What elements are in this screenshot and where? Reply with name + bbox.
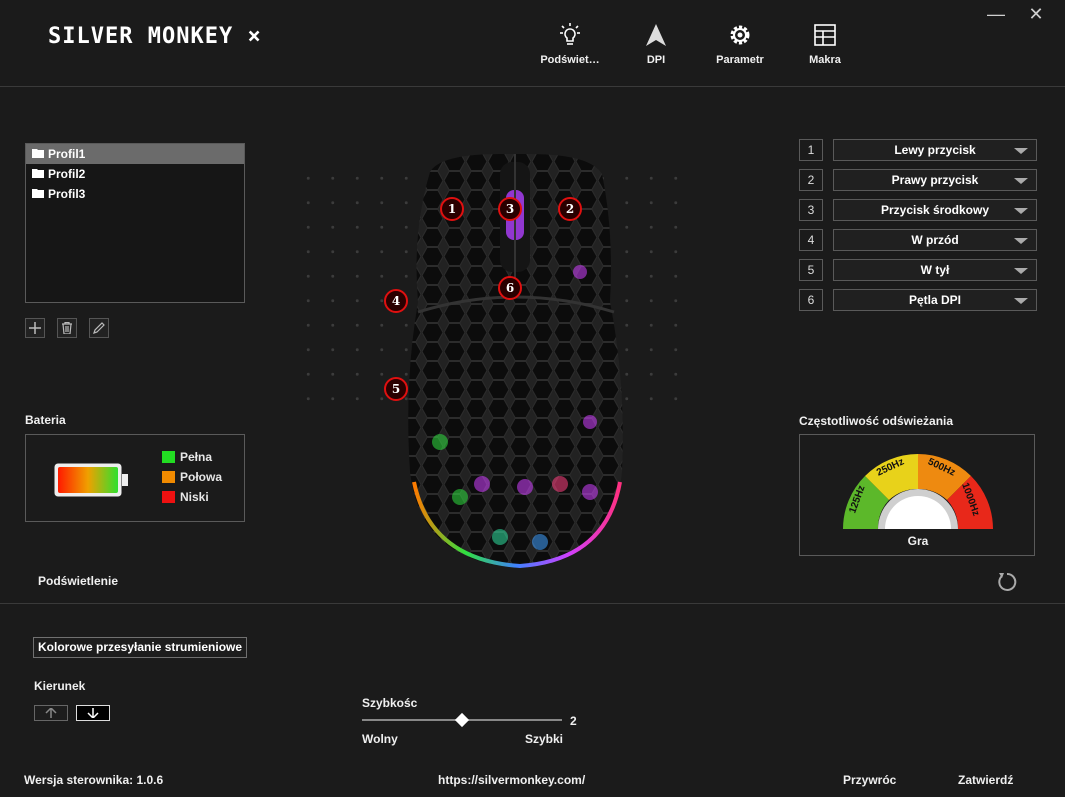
button-2-select[interactable]: Prawy przycisk: [833, 169, 1037, 191]
button-1-select[interactable]: Lewy przycisk: [833, 139, 1037, 161]
plus-icon: [29, 322, 41, 334]
nav-label: DPI: [646, 54, 666, 66]
chevron-down-icon: [1014, 238, 1028, 244]
add-profile-button[interactable]: [25, 318, 45, 338]
battery-title: Bateria: [25, 413, 66, 427]
button-number: 6: [799, 289, 823, 311]
arrow-up-icon: [45, 708, 57, 718]
button-4-select[interactable]: W przód: [833, 229, 1037, 251]
button-3-select[interactable]: Przycisk środkowy: [833, 199, 1037, 221]
profile-name: Profil2: [48, 167, 86, 181]
legend-label: Pełna: [180, 450, 213, 464]
reset-icon[interactable]: [996, 571, 1018, 596]
pencil-icon: [93, 322, 105, 334]
gear-icon: [700, 22, 780, 52]
legend-swatch: [162, 491, 175, 503]
select-value: Pętla DPI: [908, 293, 962, 307]
legend-full: Pełna: [162, 447, 222, 467]
app-logo: SILVER MONKEY ×: [48, 24, 262, 49]
mouse-marker-3[interactable]: 3: [498, 197, 522, 221]
arrow-down-icon: [87, 708, 99, 718]
select-value: W tył: [920, 263, 950, 277]
legend-half: Połowa: [162, 467, 222, 487]
logo-mark: ×: [247, 24, 262, 49]
nav-macros[interactable]: Makra: [785, 22, 865, 66]
button-number: 3: [799, 199, 823, 221]
restore-button[interactable]: Przywróc: [843, 773, 896, 787]
edit-profile-button[interactable]: [89, 318, 109, 338]
driver-version: Wersja sterownika: 1.0.6: [24, 773, 164, 787]
direction-label: Kierunek: [34, 679, 86, 693]
select-value: Przycisk środkowy: [880, 203, 990, 217]
select-value: W przód: [911, 233, 959, 247]
button-5-select[interactable]: W tył: [833, 259, 1037, 281]
bulb-icon: [530, 22, 610, 52]
trash-icon: [62, 322, 72, 334]
select-value: Lewy przycisk: [894, 143, 976, 157]
button-6-select[interactable]: Pętla DPI: [833, 289, 1037, 311]
nav-label: Makra: [809, 54, 841, 66]
header-divider: [0, 86, 1065, 87]
legend-label: Niski: [180, 490, 209, 504]
lighting-title: Podświetlenie: [38, 574, 119, 588]
button-number: 4: [799, 229, 823, 251]
battery-icon: [54, 463, 130, 500]
legend-label: Połowa: [180, 470, 223, 484]
folder-icon: [32, 144, 44, 164]
speed-value: 2: [570, 714, 577, 728]
mouse-marker-5[interactable]: 5: [384, 377, 408, 401]
nav-parameter[interactable]: Parametr: [700, 22, 780, 66]
mouse-marker-6[interactable]: 6: [498, 276, 522, 300]
polling-title: Częstotliwość odświeżania: [799, 414, 954, 428]
chevron-down-icon: [1014, 178, 1028, 184]
direction-down-button[interactable]: [76, 705, 110, 721]
speed-label: Szybkośc: [362, 696, 418, 710]
chevron-down-icon: [1014, 298, 1028, 304]
speed-min-label: Wolny: [362, 732, 398, 746]
chevron-down-icon: [1014, 268, 1028, 274]
button-number: 1: [799, 139, 823, 161]
speed-slider-handle[interactable]: [454, 712, 470, 728]
nav-label: Parametr: [716, 54, 764, 66]
profile-item[interactable]: Profil2: [26, 164, 244, 184]
folder-icon: [32, 164, 44, 184]
legend-swatch: [162, 451, 175, 463]
profile-name: Profil1: [48, 147, 86, 161]
battery-legend: Pełna Połowa Niski: [162, 447, 222, 507]
select-value: Prawy przycisk: [891, 173, 979, 187]
profile-item[interactable]: Profil1: [26, 144, 244, 164]
delete-profile-button[interactable]: [57, 318, 77, 338]
arrow-icon: [616, 22, 696, 52]
profile-name: Profil3: [48, 187, 86, 201]
direction-up-button[interactable]: [34, 705, 68, 721]
minimize-button[interactable]: —: [986, 4, 1006, 25]
folder-icon: [32, 184, 44, 204]
lighting-mode-button[interactable]: Kolorowe przesyłanie strumieniowe: [33, 637, 248, 658]
speed-max-label: Szybki: [525, 732, 564, 746]
lighting-divider: [0, 603, 1065, 604]
website-link[interactable]: https://silvermonkey.com/: [438, 773, 585, 787]
legend-low: Niski: [162, 487, 222, 507]
confirm-button[interactable]: Zatwierdź: [958, 773, 1013, 787]
chevron-down-icon: [1014, 208, 1028, 214]
nav-lighting[interactable]: Podświet…: [530, 22, 610, 66]
grid-icon: [785, 22, 865, 52]
mouse-marker-4[interactable]: 4: [384, 289, 408, 313]
profile-list: Profil1 Profil2 Profil3: [25, 143, 245, 303]
polling-panel: 125Hz 250Hz 500Hz 1000Hz Gra: [799, 434, 1035, 569]
mouse-marker-2[interactable]: 2: [558, 197, 582, 221]
mouse-marker-1[interactable]: 1: [440, 197, 464, 221]
polling-mode: Gra: [907, 534, 929, 548]
polling-gauge[interactable]: 125Hz 250Hz 500Hz 1000Hz: [843, 454, 993, 569]
logo-text: SILVER MONKEY: [48, 24, 234, 49]
button-number: 2: [799, 169, 823, 191]
close-button[interactable]: ✕: [1026, 4, 1046, 25]
battery-panel: Pełna Połowa Niski: [25, 434, 245, 522]
chevron-down-icon: [1014, 148, 1028, 154]
profile-item[interactable]: Profil3: [26, 184, 244, 204]
nav-dpi[interactable]: DPI: [616, 22, 696, 66]
button-number: 5: [799, 259, 823, 281]
nav-label: Podświet…: [540, 54, 600, 66]
legend-swatch: [162, 471, 175, 483]
